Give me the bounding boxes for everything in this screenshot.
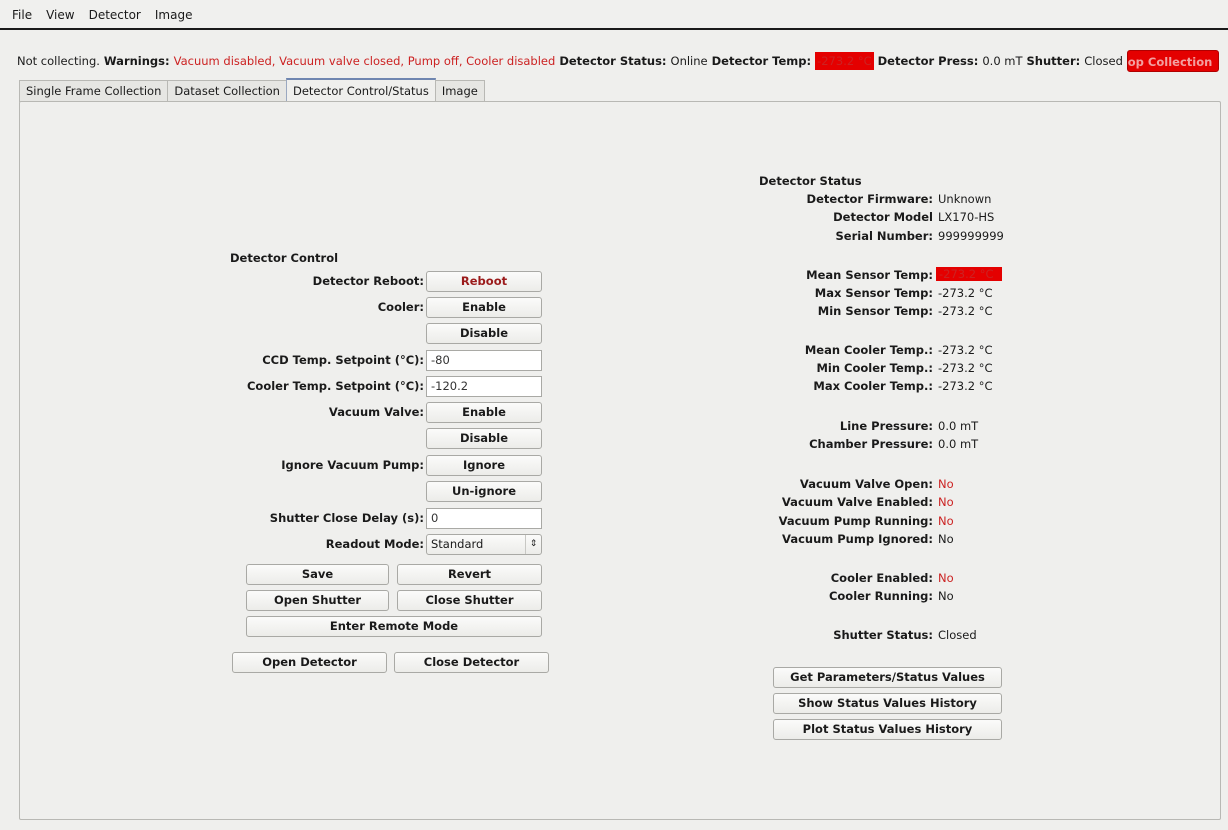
show-history-button[interactable]: Show Status Values History bbox=[773, 693, 1002, 714]
vacuum-disable-button[interactable]: Disable bbox=[426, 428, 542, 449]
min-cooler-value: -273.2 °C bbox=[938, 361, 993, 375]
valve-open-value: No bbox=[938, 477, 954, 491]
tab-panel: Detector Control Detector Reboot: Reboot… bbox=[19, 101, 1221, 820]
ignore-pump-button[interactable]: Ignore bbox=[426, 455, 542, 476]
model-value: LX170-HS bbox=[938, 210, 995, 224]
pump-ignored-value: No bbox=[938, 532, 954, 546]
chamber-pressure-label: Chamber Pressure: bbox=[809, 437, 933, 451]
tab-dataset[interactable]: Dataset Collection bbox=[167, 80, 287, 102]
min-cooler-label: Min Cooler Temp.: bbox=[816, 361, 933, 375]
cooler-enabled-value: No bbox=[938, 571, 954, 585]
detector-control-title: Detector Control bbox=[230, 251, 339, 265]
status-bar: Not collecting. Warnings: Vacuum disable… bbox=[17, 52, 1127, 70]
plot-history-button[interactable]: Plot Status Values History bbox=[773, 719, 1002, 740]
readout-mode-select[interactable]: Standard ⇕ bbox=[426, 534, 542, 555]
firmware-label: Detector Firmware: bbox=[806, 192, 933, 206]
line-pressure-value: 0.0 mT bbox=[938, 419, 979, 433]
valve-enabled-label: Vacuum Valve Enabled: bbox=[781, 495, 933, 509]
readout-mode-label: Readout Mode: bbox=[325, 537, 424, 551]
warnings-label: Warnings: bbox=[103, 54, 170, 68]
tab-image[interactable]: Image bbox=[434, 80, 485, 102]
menu-view[interactable]: View bbox=[46, 8, 74, 22]
save-button[interactable]: Save bbox=[246, 564, 389, 585]
tab-bar: Single Frame Collection Dataset Collecti… bbox=[19, 78, 485, 102]
shutter-value: Closed bbox=[1084, 54, 1123, 68]
readout-mode-value: Standard bbox=[431, 537, 484, 551]
serial-value: 999999999 bbox=[938, 229, 1004, 243]
reboot-label: Detector Reboot: bbox=[312, 274, 424, 288]
vacuum-enable-button[interactable]: Enable bbox=[426, 402, 542, 423]
mean-sensor-value: -273.2 °C bbox=[936, 267, 1002, 281]
cooler-setpoint-input[interactable]: -120.2 bbox=[426, 376, 542, 397]
stop-collection-label: Stop Collection bbox=[1127, 55, 1213, 69]
unignore-pump-button[interactable]: Un-ignore bbox=[426, 481, 542, 502]
cooler-label: Cooler: bbox=[377, 300, 424, 314]
valve-open-label: Vacuum Valve Open: bbox=[799, 477, 933, 491]
close-detector-button[interactable]: Close Detector bbox=[394, 652, 549, 673]
detector-temp-value: -273.2 °C bbox=[815, 52, 874, 70]
warnings-text: Vacuum disabled, Vacuum valve closed, Pu… bbox=[173, 54, 556, 68]
cooler-disable-button[interactable]: Disable bbox=[426, 323, 542, 344]
max-cooler-value: -273.2 °C bbox=[938, 379, 993, 393]
cooler-running-value: No bbox=[938, 589, 954, 603]
pump-running-value: No bbox=[938, 514, 954, 528]
min-sensor-value: -273.2 °C bbox=[938, 304, 993, 318]
cooler-enable-button[interactable]: Enable bbox=[426, 297, 542, 318]
line-pressure-label: Line Pressure: bbox=[839, 419, 933, 433]
pump-ignored-label: Vacuum Pump Ignored: bbox=[782, 532, 933, 546]
firmware-value: Unknown bbox=[938, 192, 992, 206]
menu-file[interactable]: File bbox=[12, 8, 32, 22]
detector-press-value: 0.0 mT bbox=[982, 54, 1023, 68]
tab-single-frame[interactable]: Single Frame Collection bbox=[19, 80, 169, 102]
pump-running-label: Vacuum Pump Running: bbox=[778, 514, 933, 528]
shutter-delay-label: Shutter Close Delay (s): bbox=[269, 511, 424, 525]
min-sensor-label: Min Sensor Temp: bbox=[817, 304, 933, 318]
cooler-setpoint-label: Cooler Temp. Setpoint (°C): bbox=[246, 379, 424, 393]
ccd-setpoint-input[interactable]: -80 bbox=[426, 350, 542, 371]
shutter-status-value: Closed bbox=[938, 628, 977, 642]
max-sensor-value: -273.2 °C bbox=[938, 286, 993, 300]
close-shutter-button[interactable]: Close Shutter bbox=[397, 590, 542, 611]
reboot-button[interactable]: Reboot bbox=[426, 271, 542, 292]
vacuum-valve-label: Vacuum Valve: bbox=[328, 405, 424, 419]
shutter-status-label: Shutter Status: bbox=[833, 628, 933, 642]
detector-status-title: Detector Status bbox=[759, 174, 862, 188]
detector-status-label: Detector Status: bbox=[559, 54, 667, 68]
serial-label: Serial Number: bbox=[835, 229, 934, 243]
open-shutter-button[interactable]: Open Shutter bbox=[246, 590, 389, 611]
menu-image[interactable]: Image bbox=[155, 8, 193, 22]
revert-button[interactable]: Revert bbox=[397, 564, 542, 585]
stop-collection-button[interactable]: Stop Collection bbox=[1127, 50, 1219, 72]
max-cooler-label: Max Cooler Temp.: bbox=[813, 379, 933, 393]
detector-press-label: Detector Press: bbox=[877, 54, 979, 68]
shutter-label: Shutter: bbox=[1026, 54, 1081, 68]
menu-detector[interactable]: Detector bbox=[89, 8, 141, 22]
collecting-status: Not collecting. bbox=[17, 54, 100, 68]
detector-temp-label: Detector Temp: bbox=[711, 54, 812, 68]
select-arrows-icon: ⇕ bbox=[525, 535, 541, 554]
cooler-enabled-label: Cooler Enabled: bbox=[830, 571, 933, 585]
mean-cooler-label: Mean Cooler Temp.: bbox=[804, 343, 933, 357]
cooler-running-label: Cooler Running: bbox=[828, 589, 933, 603]
get-parameters-button[interactable]: Get Parameters/Status Values bbox=[773, 667, 1002, 688]
max-sensor-label: Max Sensor Temp: bbox=[814, 286, 933, 300]
menu-bar: File View Detector Image bbox=[0, 0, 1228, 30]
detector-status-value: Online bbox=[670, 54, 708, 68]
mean-sensor-label: Mean Sensor Temp: bbox=[806, 268, 933, 282]
valve-enabled-value: No bbox=[938, 495, 954, 509]
mean-cooler-value: -273.2 °C bbox=[938, 343, 993, 357]
chamber-pressure-value: 0.0 mT bbox=[938, 437, 979, 451]
ccd-setpoint-label: CCD Temp. Setpoint (°C): bbox=[262, 353, 424, 367]
shutter-delay-input[interactable]: 0 bbox=[426, 508, 542, 529]
ignore-pump-label: Ignore Vacuum Pump: bbox=[281, 458, 424, 472]
remote-mode-button[interactable]: Enter Remote Mode bbox=[246, 616, 542, 637]
model-label: Detector Model bbox=[833, 210, 933, 224]
tab-detector-control[interactable]: Detector Control/Status bbox=[285, 78, 436, 102]
open-detector-button[interactable]: Open Detector bbox=[232, 652, 387, 673]
